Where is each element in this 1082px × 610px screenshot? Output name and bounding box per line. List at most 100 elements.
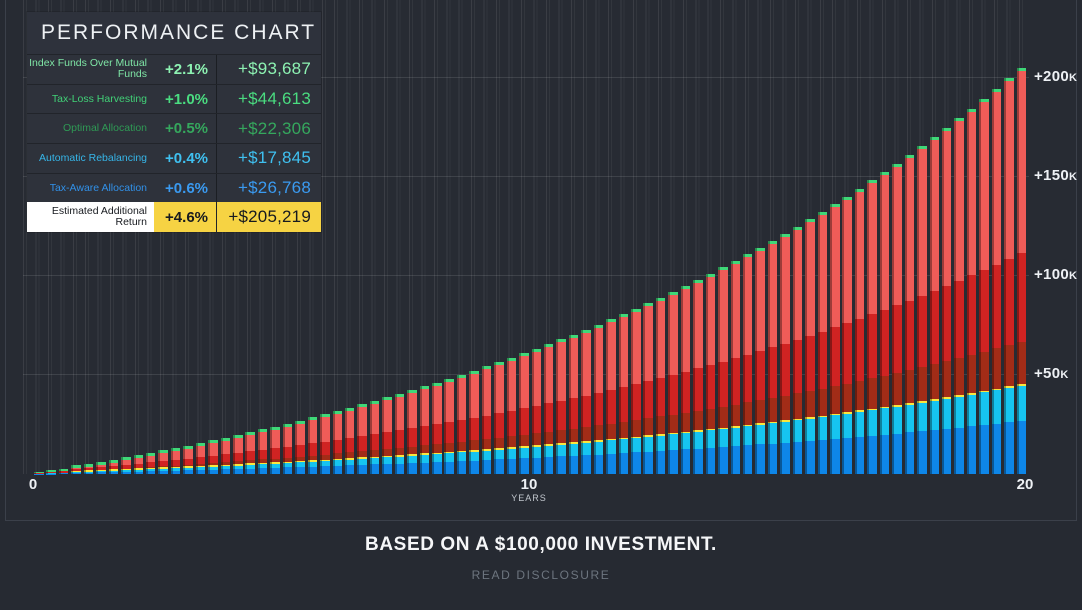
segment-index-funds: [308, 420, 318, 443]
bar: [842, 197, 852, 475]
segment-tax-aware: [606, 454, 616, 474]
bar: [718, 267, 728, 474]
segment-optimal-alloc: [681, 413, 691, 432]
segment-auto-rebalancing: [880, 408, 890, 434]
y-axis-tick-label: +100K: [1034, 266, 1082, 283]
segment-auto-rebalancing: [619, 439, 629, 453]
segment-optimal-alloc: [606, 424, 616, 439]
segment-tax-loss: [308, 443, 318, 455]
segment-tax-aware: [245, 469, 255, 474]
segment-tax-aware: [818, 440, 828, 474]
segment-auto-rebalancing: [569, 444, 579, 456]
segment-tax-loss: [755, 351, 765, 400]
segment-tax-loss: [507, 411, 517, 436]
bar: [967, 109, 977, 474]
bar: [569, 335, 579, 474]
bar: [121, 457, 131, 474]
segment-tax-loss: [283, 447, 293, 458]
segment-index-funds: [581, 333, 591, 396]
segment-optimal-alloc: [581, 427, 591, 441]
segment-tax-loss: [208, 456, 218, 463]
segment-tax-loss: [930, 291, 940, 364]
segment-auto-rebalancing: [818, 417, 828, 440]
segment-tax-loss: [842, 323, 852, 383]
segment-tax-aware: [731, 446, 741, 474]
segment-optimal-alloc: [718, 407, 728, 428]
segment-optimal-alloc: [818, 389, 828, 416]
segment-optimal-alloc: [954, 358, 964, 395]
segment-tax-loss: [544, 403, 554, 431]
segment-tax-loss: [954, 281, 964, 358]
legend-row-percent: +0.6%: [154, 174, 216, 203]
segment-tax-loss: [1004, 259, 1014, 345]
page-title: PERFORMANCE CHART: [27, 12, 321, 54]
bar: [643, 303, 653, 474]
segment-tax-loss: [967, 275, 977, 354]
bar: [544, 344, 554, 474]
segment-index-funds: [967, 112, 977, 276]
segment-tax-aware: [507, 459, 517, 474]
segment-auto-rebalancing: [544, 446, 554, 457]
bar: [370, 401, 380, 474]
segment-tax-aware: [134, 472, 144, 474]
segment-auto-rebalancing: [905, 405, 915, 433]
segment-tax-aware: [668, 450, 678, 474]
bar: [146, 453, 156, 474]
segment-tax-loss: [196, 457, 206, 464]
segment-optimal-alloc: [532, 433, 542, 445]
segment-index-funds: [979, 102, 989, 270]
bar: [594, 325, 604, 474]
segment-tax-aware: [855, 437, 865, 474]
segment-tax-aware: [444, 462, 454, 474]
segment-optimal-alloc: [482, 439, 492, 449]
segment-auto-rebalancing: [942, 399, 952, 429]
segment-auto-rebalancing: [805, 419, 815, 441]
segment-index-funds: [830, 207, 840, 327]
segment-tax-loss: [855, 319, 865, 381]
segment-tax-loss: [643, 381, 653, 418]
segment-index-funds: [333, 414, 343, 440]
segment-optimal-alloc: [830, 386, 840, 414]
segment-optimal-alloc: [967, 355, 977, 393]
segment-optimal-alloc: [444, 443, 454, 452]
segment-tax-aware: [382, 464, 392, 474]
segment-tax-aware: [619, 453, 629, 474]
legend-row-label: Tax-Loss Harvesting: [27, 85, 154, 114]
segment-tax-loss: [731, 358, 741, 404]
segment-tax-aware: [258, 468, 268, 474]
segment-tax-loss: [233, 453, 243, 461]
x-axis-tick-label: 20: [995, 476, 1055, 493]
segment-auto-rebalancing: [917, 403, 927, 432]
read-disclosure-link[interactable]: READ DISCLOSURE: [0, 568, 1082, 582]
segment-tax-aware: [917, 431, 927, 474]
segment-auto-rebalancing: [992, 390, 1002, 424]
segment-tax-loss: [942, 286, 952, 361]
bar: [830, 204, 840, 474]
segment-auto-rebalancing: [420, 455, 430, 463]
segment-tax-aware: [768, 444, 778, 474]
y-axis-tick-label: +200K: [1034, 68, 1082, 85]
segment-tax-loss: [482, 416, 492, 439]
segment-optimal-alloc: [619, 422, 629, 438]
segment-tax-aware: [681, 449, 691, 474]
segment-index-funds: [768, 244, 778, 347]
legend-row: Tax-Loss Harvesting+1.0%+$44,613: [27, 84, 321, 114]
legend-panel: PERFORMANCE CHART Index Funds Over Mutua…: [27, 12, 321, 232]
segment-tax-aware: [544, 457, 554, 474]
segment-optimal-alloc: [731, 405, 741, 427]
segment-auto-rebalancing: [693, 432, 703, 449]
segment-auto-rebalancing: [706, 430, 716, 447]
segment-tax-aware: [867, 436, 877, 474]
segment-tax-aware: [469, 461, 479, 474]
segment-tax-loss: [569, 398, 579, 428]
segment-auto-rebalancing: [780, 422, 790, 443]
legend-row-label: Optimal Allocation: [27, 114, 154, 143]
segment-optimal-alloc: [395, 448, 405, 455]
segment-tax-aware: [569, 456, 579, 474]
segment-optimal-alloc: [979, 352, 989, 391]
segment-tax-aware: [320, 466, 330, 474]
segment-tax-loss: [382, 432, 392, 449]
bar: [357, 404, 367, 474]
segment-index-funds: [1004, 81, 1014, 259]
segment-index-funds: [718, 270, 728, 361]
